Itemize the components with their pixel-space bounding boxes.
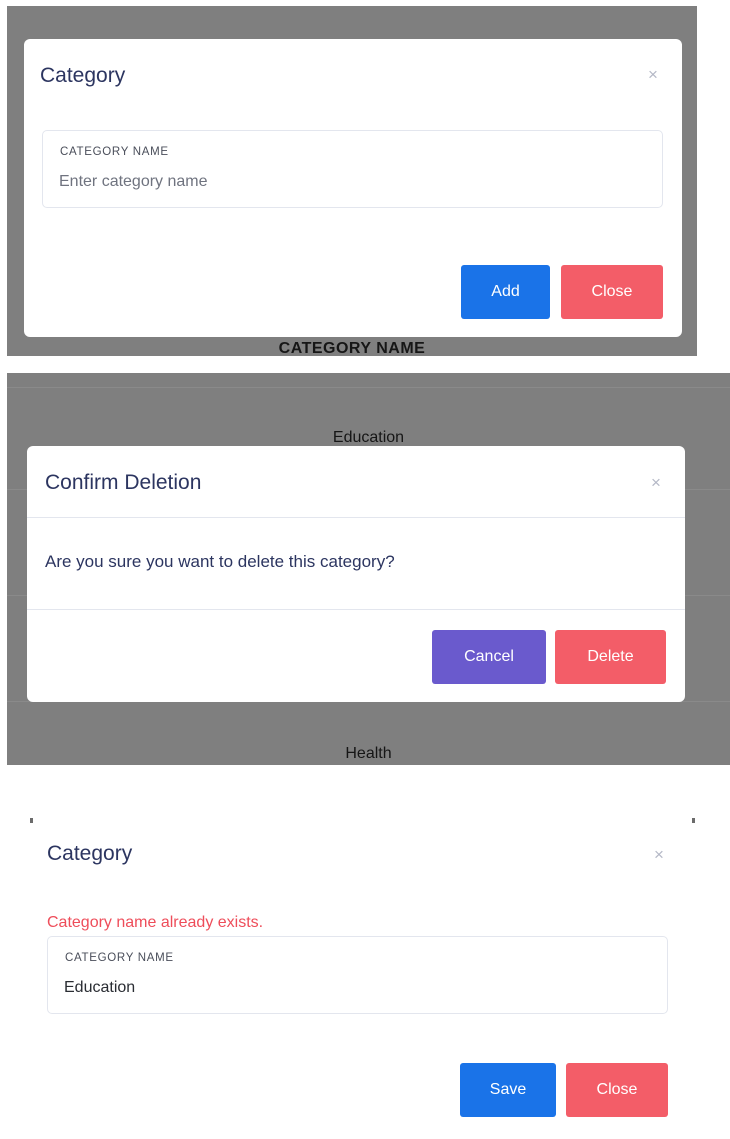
category-name-field[interactable]: CATEGORY NAME bbox=[47, 936, 668, 1014]
edit-category-screen: Category × Category name already exists.… bbox=[0, 812, 730, 1139]
close-button[interactable]: Close bbox=[561, 265, 663, 319]
modal-title: Category bbox=[40, 64, 126, 87]
modal-corner-top-right bbox=[692, 818, 695, 823]
add-category-screen: CATEGORY NAME Category × CATEGORY NAME A… bbox=[7, 6, 697, 356]
category-name-input[interactable] bbox=[64, 979, 624, 997]
close-icon[interactable]: × bbox=[648, 66, 658, 83]
table-row-divider bbox=[7, 387, 730, 388]
header-divider bbox=[27, 517, 685, 518]
delete-category-screen: Education Health Confirm Deletion × Are … bbox=[7, 373, 730, 765]
table-row-health: Health bbox=[345, 745, 392, 762]
close-button[interactable]: Close bbox=[566, 1063, 668, 1117]
add-category-modal: Category × CATEGORY NAME Add Close bbox=[24, 39, 682, 337]
confirm-deletion-modal: Confirm Deletion × Are you sure you want… bbox=[27, 446, 685, 702]
category-name-field[interactable]: CATEGORY NAME bbox=[42, 130, 663, 208]
cancel-button[interactable]: Cancel bbox=[432, 630, 546, 684]
modal-corner-top-left bbox=[30, 818, 33, 823]
modal-title: Confirm Deletion bbox=[45, 471, 202, 494]
confirm-message: Are you sure you want to delete this cat… bbox=[45, 552, 395, 571]
table-row-education: Education bbox=[332, 429, 405, 446]
field-label: CATEGORY NAME bbox=[60, 146, 169, 158]
footer-divider bbox=[27, 609, 685, 610]
category-name-input[interactable] bbox=[59, 173, 619, 191]
add-button[interactable]: Add bbox=[461, 265, 550, 319]
table-header-category-name: CATEGORY NAME bbox=[278, 340, 426, 356]
save-button[interactable]: Save bbox=[460, 1063, 556, 1117]
delete-button[interactable]: Delete bbox=[555, 630, 666, 684]
close-icon[interactable]: × bbox=[654, 846, 664, 863]
error-message: Category name already exists. bbox=[47, 914, 264, 931]
modal-title: Category bbox=[47, 842, 133, 865]
field-label: CATEGORY NAME bbox=[65, 952, 174, 964]
close-icon[interactable]: × bbox=[651, 474, 661, 491]
